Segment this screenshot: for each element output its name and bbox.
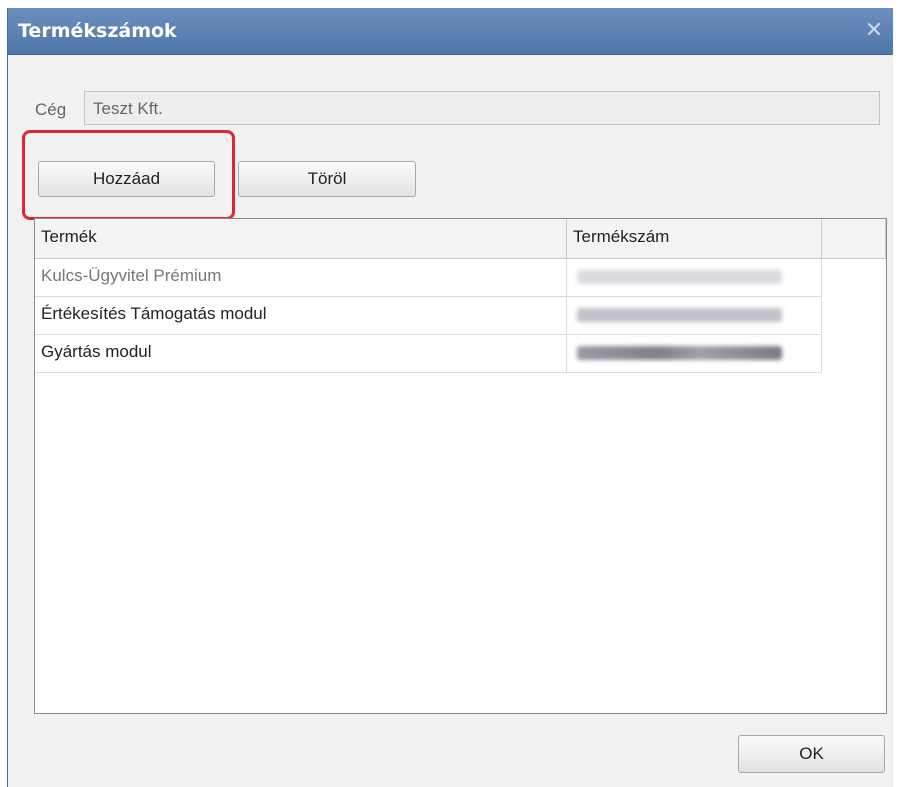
redacted-value <box>577 308 782 322</box>
product-number-cell <box>567 335 822 372</box>
ok-button[interactable]: OK <box>738 735 885 773</box>
redacted-value <box>577 346 782 360</box>
product-number-cell <box>567 259 822 296</box>
product-cell: Értékesítés Támogatás modul <box>35 297 567 334</box>
table-row[interactable]: Kulcs-Ügyvitel Prémium <box>35 259 822 297</box>
column-header-empty <box>822 219 886 258</box>
dialog-content: Cég Teszt Kft. Hozzáad Töröl Termék Term… <box>8 55 893 787</box>
delete-button[interactable]: Töröl <box>238 161 416 197</box>
product-grid[interactable]: Termék Termékszám Kulcs-Ügyvitel Prémium… <box>34 218 887 714</box>
termekszamok-dialog: Termékszámok ✕ Cég Teszt Kft. Hozzáad Tö… <box>8 8 893 787</box>
add-button[interactable]: Hozzáad <box>38 161 215 197</box>
product-cell: Gyártás modul <box>35 335 567 372</box>
redacted-value <box>577 270 782 284</box>
product-cell: Kulcs-Ügyvitel Prémium <box>35 259 567 296</box>
company-label: Cég <box>35 100 67 119</box>
grid-header: Termék Termékszám <box>35 219 886 259</box>
column-header-product-number[interactable]: Termékszám <box>567 219 822 258</box>
company-field: Teszt Kft. <box>84 91 880 125</box>
title-bar[interactable]: Termékszámok ✕ <box>8 8 893 55</box>
table-row[interactable]: Gyártás modul <box>35 335 822 373</box>
product-number-cell <box>567 297 822 334</box>
close-icon[interactable]: ✕ <box>861 18 887 44</box>
column-header-product[interactable]: Termék <box>35 219 567 258</box>
dialog-title: Termékszámok <box>18 20 177 42</box>
table-row[interactable]: Értékesítés Támogatás modul <box>35 297 822 335</box>
